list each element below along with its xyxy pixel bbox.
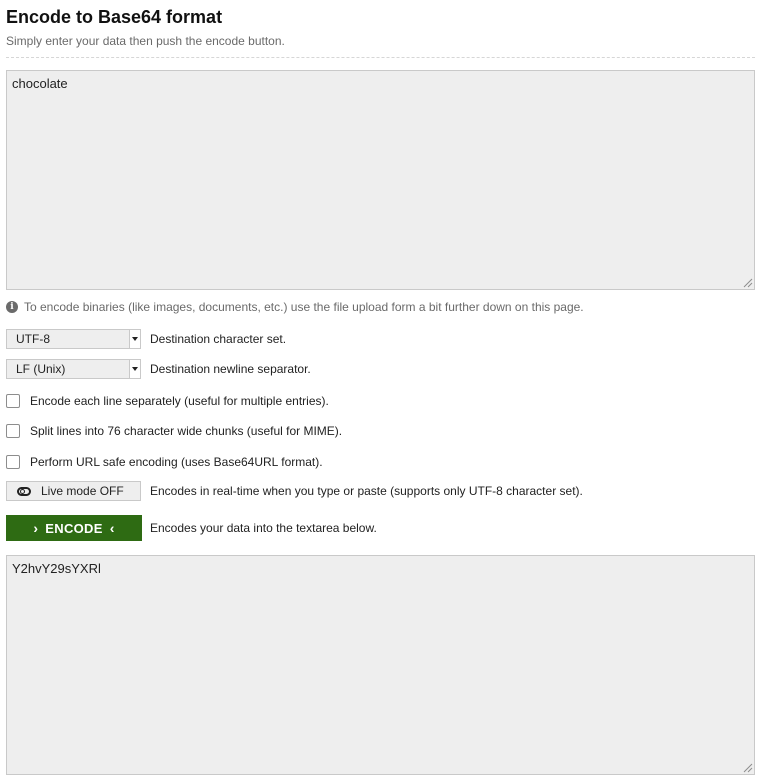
info-text: To encode binaries (like images, documen… bbox=[24, 300, 584, 314]
split-lines-checkbox[interactable] bbox=[6, 424, 20, 438]
each-line-label[interactable]: Encode each line separately (useful for … bbox=[30, 394, 329, 408]
each-line-row: Encode each line separately (useful for … bbox=[6, 394, 329, 408]
chevron-right-icon: › bbox=[33, 520, 39, 536]
split-lines-label[interactable]: Split lines into 76 character wide chunk… bbox=[30, 424, 342, 438]
live-mode-label: Encodes in real-time when you type or pa… bbox=[150, 484, 583, 498]
encode-label: Encodes your data into the textarea belo… bbox=[150, 521, 377, 535]
page-subtitle: Simply enter your data then push the enc… bbox=[6, 34, 285, 48]
chevron-down-icon[interactable] bbox=[129, 360, 140, 378]
charset-label: Destination character set. bbox=[150, 332, 287, 346]
url-safe-checkbox[interactable] bbox=[6, 455, 20, 469]
output-textarea-value: Y2hvY29sYXRl bbox=[12, 561, 101, 576]
newline-row: LF (Unix) Destination newline separator. bbox=[6, 359, 311, 379]
encode-button-label: ENCODE bbox=[45, 520, 103, 536]
page-title: Encode to Base64 format bbox=[6, 7, 223, 27]
info-note: i To encode binaries (like images, docum… bbox=[6, 300, 584, 314]
split-lines-row: Split lines into 76 character wide chunk… bbox=[6, 424, 342, 438]
encode-row: › ENCODE ‹ Encodes your data into the te… bbox=[6, 515, 377, 541]
input-textarea-value: chocolate bbox=[12, 76, 68, 91]
live-mode-row: Live mode OFF Encodes in real-time when … bbox=[6, 481, 583, 501]
input-textarea[interactable]: chocolate bbox=[6, 70, 755, 290]
chevron-down-icon[interactable] bbox=[129, 330, 140, 348]
newline-select[interactable]: LF (Unix) bbox=[6, 359, 141, 379]
each-line-checkbox[interactable] bbox=[6, 394, 20, 408]
url-safe-row: Perform URL safe encoding (uses Base64UR… bbox=[6, 455, 323, 469]
chevron-left-icon: ‹ bbox=[109, 520, 115, 536]
resize-grip-icon[interactable] bbox=[743, 763, 753, 773]
live-mode-button[interactable]: Live mode OFF bbox=[6, 481, 141, 501]
charset-select[interactable]: UTF-8 bbox=[6, 329, 141, 349]
url-safe-label[interactable]: Perform URL safe encoding (uses Base64UR… bbox=[30, 455, 323, 469]
resize-grip-icon[interactable] bbox=[743, 278, 753, 288]
newline-label: Destination newline separator. bbox=[150, 362, 311, 376]
charset-row: UTF-8 Destination character set. bbox=[6, 329, 286, 349]
charset-selected-value: UTF-8 bbox=[16, 332, 50, 346]
newline-selected-value: LF (Unix) bbox=[16, 362, 66, 376]
info-icon: i bbox=[6, 301, 18, 313]
divider bbox=[6, 57, 755, 58]
toggle-icon bbox=[17, 486, 31, 496]
live-mode-button-label: Live mode OFF bbox=[41, 484, 124, 498]
output-textarea[interactable]: Y2hvY29sYXRl bbox=[6, 555, 755, 775]
encode-button[interactable]: › ENCODE ‹ bbox=[6, 515, 142, 541]
